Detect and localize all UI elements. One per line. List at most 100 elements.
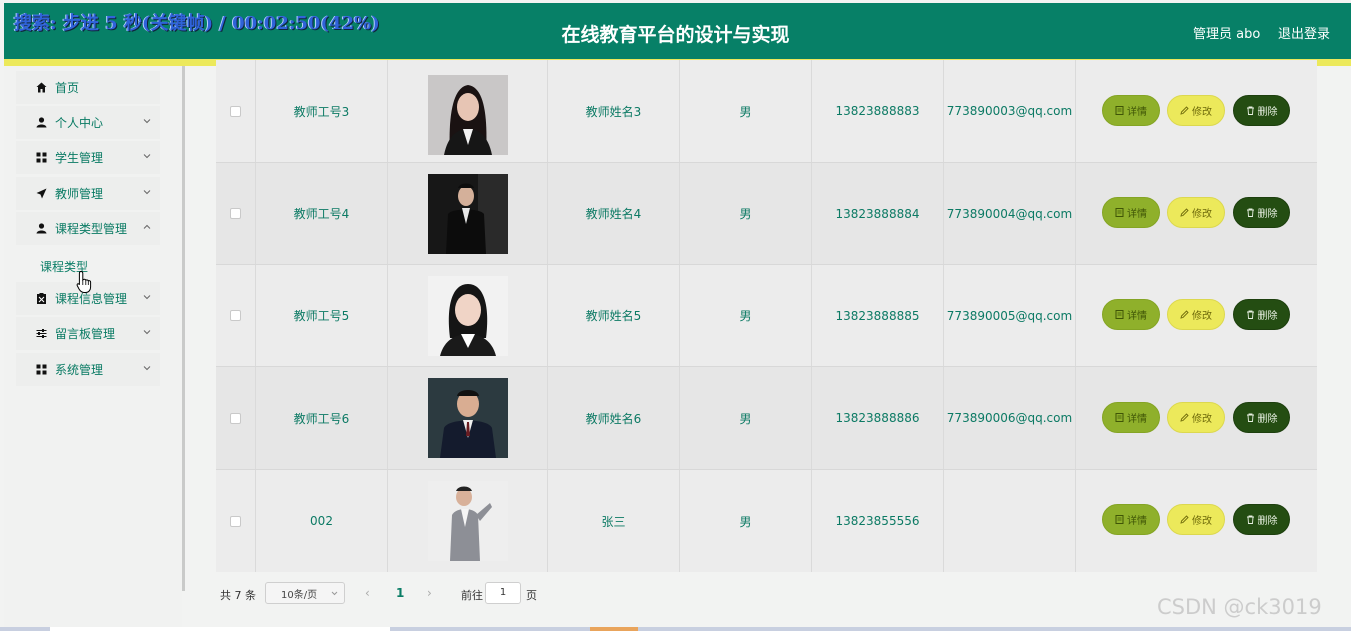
pencil-icon xyxy=(1180,106,1189,115)
teacher-sex: 男 xyxy=(680,470,812,572)
chevron-down-icon xyxy=(143,366,151,371)
teacher-name: 教师姓名5 xyxy=(548,265,680,366)
grid-icon xyxy=(36,152,47,163)
delete-button[interactable]: 删除 xyxy=(1233,504,1290,535)
admin-user-label: 管理员 abo xyxy=(1193,27,1261,42)
sidebar-item-teachers[interactable]: 教师管理 xyxy=(16,177,160,210)
chevron-down-icon xyxy=(143,330,151,335)
sidebar-item-label: 首页 xyxy=(55,81,80,95)
sidebar-item-system[interactable]: 系统管理 xyxy=(16,353,160,386)
row-checkbox[interactable] xyxy=(230,515,241,527)
sidebar-item-messages[interactable]: 留言板管理 xyxy=(16,317,160,350)
page-number-current[interactable]: 1 xyxy=(396,586,404,600)
sidebar-item-label: 学生管理 xyxy=(55,151,104,165)
delete-button[interactable]: 删除 xyxy=(1233,95,1290,126)
goto-label: 前往 xyxy=(461,589,483,602)
sidebar-item-label: 系统管理 xyxy=(55,363,104,377)
sidebar-item-label: 个人中心 xyxy=(55,116,104,130)
table-row: 教师工号6 教师姓名6 男 13823888886 773890006@qq.c… xyxy=(216,367,1317,470)
row-actions: 详情 修改 删除 xyxy=(1076,60,1317,162)
sidebar-item-students[interactable]: 学生管理 xyxy=(16,141,160,174)
person-icon xyxy=(36,117,47,128)
teacher-email: 773890003@qq.com xyxy=(944,60,1076,162)
edit-button[interactable]: 修改 xyxy=(1167,95,1225,126)
trash-icon xyxy=(1246,208,1254,217)
edit-button[interactable]: 修改 xyxy=(1167,504,1225,535)
goto-page-input[interactable]: 1 xyxy=(485,582,521,604)
teacher-photo xyxy=(427,173,508,254)
document-icon xyxy=(1115,413,1124,422)
teacher-name: 教师姓名4 xyxy=(548,163,680,264)
prev-page-button[interactable]: ‹ xyxy=(365,586,370,600)
edit-button[interactable]: 修改 xyxy=(1167,299,1225,330)
sidebar-item-course-types[interactable]: 课程类型管理 xyxy=(16,212,160,245)
chevron-down-icon xyxy=(143,154,151,159)
teacher-phone: 13823888883 xyxy=(812,60,944,162)
row-checkbox[interactable] xyxy=(230,105,241,117)
row-actions: 详情 修改 删除 xyxy=(1076,470,1317,572)
edit-button[interactable]: 修改 xyxy=(1167,197,1225,228)
pencil-icon xyxy=(1180,310,1189,319)
row-checkbox[interactable] xyxy=(230,310,241,321)
detail-button[interactable]: 详情 xyxy=(1102,197,1160,228)
site-title: 在线教育平台的设计与实现 xyxy=(561,24,790,46)
detail-button[interactable]: 详情 xyxy=(1102,299,1160,330)
sidebar-item-personal[interactable]: 个人中心 xyxy=(16,106,160,139)
sidebar-item-label: 课程类型管理 xyxy=(55,222,128,236)
teacher-number: 教师工号5 xyxy=(256,265,388,366)
sidebar-item-home[interactable]: 首页 xyxy=(16,71,160,104)
teacher-photo xyxy=(427,481,508,561)
teacher-email: 773890006@qq.com xyxy=(944,367,1076,469)
chevron-down-icon xyxy=(143,190,151,195)
logout-link[interactable]: 退出登录 xyxy=(1278,23,1330,42)
grid-icon xyxy=(36,364,47,375)
teacher-name: 张三 xyxy=(548,470,680,572)
row-checkbox[interactable] xyxy=(230,412,241,424)
detail-button[interactable]: 详情 xyxy=(1102,95,1160,126)
row-actions: 详情 修改 删除 xyxy=(1076,265,1317,366)
delete-button[interactable]: 删除 xyxy=(1233,299,1290,330)
teacher-sex: 男 xyxy=(680,60,812,162)
detail-button[interactable]: 详情 xyxy=(1102,504,1160,535)
table-row: 教师工号3 教师姓名3 男 13823888883 773890003@qq.c… xyxy=(216,60,1317,163)
page-label: 页 xyxy=(526,589,537,602)
sidebar-item-label: 教师管理 xyxy=(55,187,104,201)
detail-button[interactable]: 详情 xyxy=(1102,402,1160,433)
teacher-name: 教师姓名3 xyxy=(548,60,680,162)
row-checkbox[interactable] xyxy=(230,208,241,219)
chevron-up-icon xyxy=(143,224,151,229)
teacher-photo xyxy=(427,378,508,458)
page-size-select[interactable]: 10条/页 xyxy=(265,582,345,604)
next-page-button[interactable]: › xyxy=(427,586,432,600)
teacher-photo xyxy=(427,275,508,356)
teacher-name: 教师姓名6 xyxy=(548,367,680,469)
trash-icon xyxy=(1246,310,1254,319)
teacher-number: 教师工号6 xyxy=(256,367,388,469)
delete-button[interactable]: 删除 xyxy=(1233,197,1290,228)
row-actions: 详情 修改 删除 xyxy=(1076,163,1317,264)
pencil-icon xyxy=(1180,413,1189,422)
person-icon xyxy=(36,223,47,234)
edit-button[interactable]: 修改 xyxy=(1167,402,1225,433)
table-row: 教师工号5 教师姓名5 男 13823888885 773890005@qq.c… xyxy=(216,265,1317,367)
taskbar-strip xyxy=(0,627,1351,631)
teacher-number: 002 xyxy=(256,470,388,572)
teacher-number: 教师工号3 xyxy=(256,60,388,162)
sidebar-item-label: 留言板管理 xyxy=(55,327,116,341)
pencil-icon xyxy=(1180,208,1189,217)
teacher-sex: 男 xyxy=(680,367,812,469)
trash-icon xyxy=(1246,515,1254,524)
teacher-email: 773890004@qq.com xyxy=(944,163,1076,264)
home-icon xyxy=(36,82,47,93)
pagination-total: 共 7 条 xyxy=(220,589,256,602)
sidebar-divider xyxy=(182,66,185,591)
chevron-down-icon xyxy=(331,591,338,596)
teacher-phone: 13823888884 xyxy=(812,163,944,264)
video-seek-overlay: 搜索: 步进 5 秒(关键帧) / 00:02:50(42%) xyxy=(14,13,380,34)
document-icon xyxy=(1115,208,1124,217)
delete-button[interactable]: 删除 xyxy=(1233,402,1290,433)
send-icon xyxy=(36,188,47,199)
document-icon xyxy=(1115,515,1124,524)
pencil-icon xyxy=(1180,515,1189,524)
trash-icon xyxy=(1246,413,1254,422)
